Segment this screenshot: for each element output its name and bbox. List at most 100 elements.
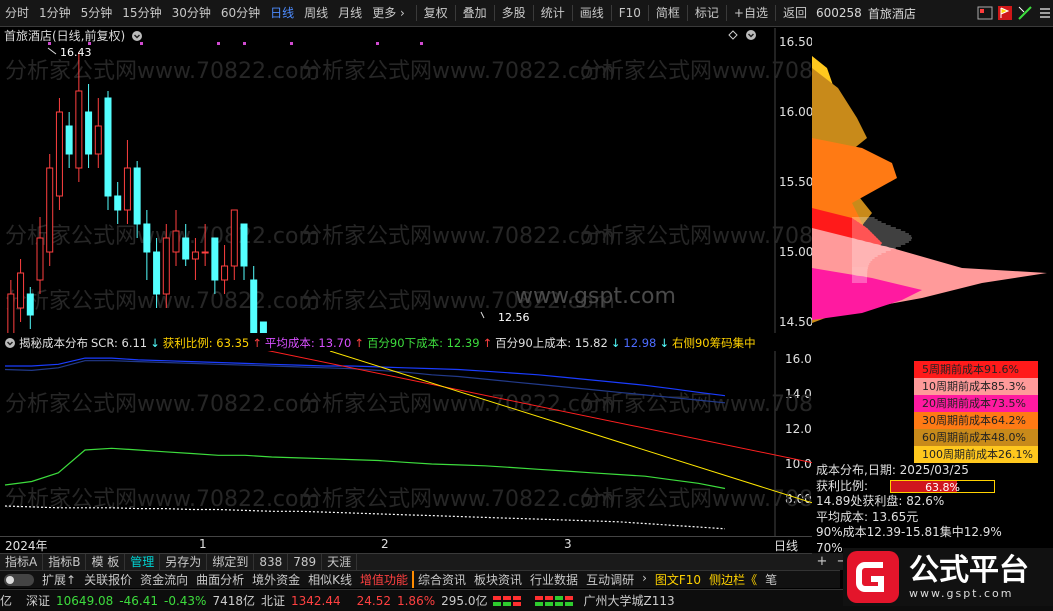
function-item[interactable]: 侧边栏《 bbox=[705, 571, 761, 588]
candle-up bbox=[55, 111, 63, 197]
settings-icon[interactable] bbox=[131, 30, 143, 42]
candle-up bbox=[17, 272, 25, 309]
indicator-tab[interactable]: 另存为 bbox=[160, 554, 208, 570]
event-marker bbox=[243, 42, 246, 45]
diamond-icon[interactable] bbox=[728, 30, 738, 40]
function-item[interactable]: 关联报价 bbox=[80, 571, 136, 588]
y-tick-label: 16.00 bbox=[779, 105, 812, 119]
stock-header: 600258 首旅酒店 bbox=[812, 0, 1053, 27]
ad-url: www.gspt.com bbox=[909, 586, 1014, 600]
function-item[interactable]: 相似K线 bbox=[304, 571, 356, 588]
function-item[interactable]: 曲面分析 bbox=[192, 571, 248, 588]
function-item[interactable]: 境外资金 bbox=[248, 571, 304, 588]
profit-bar: 63.8% bbox=[890, 479, 996, 494]
x-axis: 2024年 1 2 3 日线 bbox=[0, 536, 812, 553]
period-tab[interactable]: 分时 bbox=[0, 0, 34, 27]
function-item[interactable]: 互动调研 bbox=[582, 571, 638, 588]
function-item[interactable]: 综合资讯 bbox=[412, 571, 470, 588]
cost-legend: 5周期前成本91.6% 10周期前成本85.3% 20周期前成本73.5% 30周期前… bbox=[914, 361, 1038, 463]
zoom-in-button[interactable]: + bbox=[817, 554, 828, 569]
sz-name[interactable]: 深证 bbox=[26, 592, 50, 609]
kline-chart[interactable]: 16.5016.0015.5015.0014.5014.0013.5013.00… bbox=[0, 28, 812, 333]
profit-value: 63.8% bbox=[925, 480, 961, 494]
candle-up bbox=[94, 125, 102, 155]
function-item[interactable]: 笔 bbox=[761, 571, 781, 588]
x-label-month: 1 bbox=[199, 537, 207, 551]
toolbar-button[interactable]: 统计 bbox=[536, 0, 570, 27]
indicator-tab[interactable]: 指标A bbox=[0, 554, 44, 570]
toolbar-button[interactable]: 叠加 bbox=[458, 0, 492, 27]
settings-icon[interactable] bbox=[4, 337, 16, 349]
y-tick-label: 15.50 bbox=[779, 175, 812, 189]
period-tab[interactable]: 月线 bbox=[333, 0, 367, 27]
draw-icon[interactable] bbox=[1017, 5, 1033, 21]
status-prefix: 亿 bbox=[0, 594, 13, 608]
function-item[interactable]: › bbox=[638, 571, 651, 588]
toolbar-button[interactable]: +自选 bbox=[729, 0, 773, 27]
function-item[interactable]: 扩展↑ bbox=[38, 571, 80, 588]
event-marker bbox=[140, 42, 143, 45]
function-item[interactable]: 板块资讯 bbox=[470, 571, 526, 588]
indicator-tab[interactable]: 天涯 bbox=[322, 554, 358, 570]
function-item[interactable]: 行业数据 bbox=[526, 571, 582, 588]
toolbar-button[interactable]: 画线 bbox=[575, 0, 609, 27]
period-tab[interactable]: 60分钟 bbox=[216, 0, 265, 27]
x-label-month: 2 bbox=[381, 537, 389, 551]
flag-icon[interactable] bbox=[997, 5, 1013, 21]
layout-icon[interactable] bbox=[977, 5, 993, 21]
bz-change: 24.52 bbox=[356, 593, 391, 608]
period-tab[interactable]: 周线 bbox=[299, 0, 333, 27]
period-tab[interactable]: 更多 › bbox=[367, 0, 410, 27]
period-tab[interactable]: 30分钟 bbox=[167, 0, 216, 27]
sz-pct: -0.43% bbox=[163, 593, 207, 608]
y-tick-label: 12.00 bbox=[785, 422, 812, 436]
indicator-tab[interactable]: 838 bbox=[254, 554, 289, 570]
period-tab[interactable]: 15分钟 bbox=[117, 0, 166, 27]
y-tick-label: 10.00 bbox=[785, 457, 812, 471]
high-price-label: 16.43 bbox=[60, 46, 92, 59]
toggle-switch[interactable] bbox=[4, 573, 34, 586]
indicator-tab[interactable]: 绑定到 bbox=[207, 554, 255, 570]
candle-up bbox=[123, 167, 131, 211]
indicator-tab[interactable]: 模 板 bbox=[86, 554, 126, 570]
function-item[interactable]: 增值功能 bbox=[356, 571, 412, 588]
toolbar-button[interactable]: F10 bbox=[614, 0, 646, 27]
toolbar-button[interactable]: 返回 bbox=[778, 0, 812, 27]
period-toolbar: 分时 1分钟 5分钟 15分钟 30分钟 60分钟 日线 周线 月线 更多 › 复权 叠加 多股 统计 画线… bbox=[0, 0, 812, 27]
function-item[interactable]: 图文F10 bbox=[651, 571, 705, 588]
ad-banner[interactable]: 公式平台 www.gspt.com bbox=[843, 548, 1053, 606]
chart-title: 首旅酒店(日线,前复权) bbox=[4, 29, 126, 43]
toolbar-button[interactable]: 复权 bbox=[419, 0, 453, 27]
toolbar-button[interactable]: 多股 bbox=[497, 0, 531, 27]
settings-icon[interactable] bbox=[745, 29, 757, 41]
scr-value: SCR: 6.11 bbox=[91, 336, 148, 350]
candle-up bbox=[7, 293, 15, 333]
menu-icon[interactable] bbox=[1037, 5, 1053, 21]
candle-down bbox=[104, 97, 112, 197]
cost-legend-item: 100周期前成本26.1% bbox=[914, 446, 1038, 463]
bz-name[interactable]: 北证 bbox=[261, 592, 285, 609]
sz-change: -46.41 bbox=[119, 593, 158, 608]
y-tick-label: 14.50 bbox=[779, 315, 812, 329]
chip-distribution[interactable] bbox=[812, 28, 1053, 333]
candle-down bbox=[211, 237, 219, 281]
watermark-text: 分析家公式网www.70822.com bbox=[300, 224, 615, 249]
toolbar-button[interactable]: 标记 bbox=[690, 0, 724, 27]
indicator-header: 揭秘成本分布 SCR: 6.11 ↓ 获利比例: 63.35 ↑ 平均成本: 13.… bbox=[0, 335, 812, 351]
indicator-chart[interactable]: 16.0014.0012.0010.008.00分析家公式网www.70822.… bbox=[0, 351, 812, 536]
period-tab[interactable]: 1分钟 bbox=[34, 0, 76, 27]
period-tab[interactable]: 5分钟 bbox=[76, 0, 118, 27]
lower-cost-line bbox=[4, 447, 726, 490]
toolbar-button[interactable]: 简框 bbox=[651, 0, 685, 27]
indicator-tab[interactable]: 指标B bbox=[43, 554, 87, 570]
function-item[interactable]: 资金流向 bbox=[136, 571, 192, 588]
watermark-text: 分析家公式网www.70822.com bbox=[300, 487, 615, 512]
period-tab[interactable]: 日线 bbox=[265, 0, 299, 27]
indicator-tab[interactable]: 789 bbox=[288, 554, 323, 570]
indicator-tab[interactable]: 管理 bbox=[125, 554, 161, 570]
candle-up bbox=[172, 230, 180, 253]
x-label-month: 3 bbox=[564, 537, 572, 551]
stock-name: 首旅酒店 bbox=[867, 6, 916, 21]
indicator-tabs: 指标A 指标B 模 板管理 另存为 绑定到 838 789 天涯 bbox=[0, 553, 812, 570]
event-marker bbox=[420, 42, 423, 45]
